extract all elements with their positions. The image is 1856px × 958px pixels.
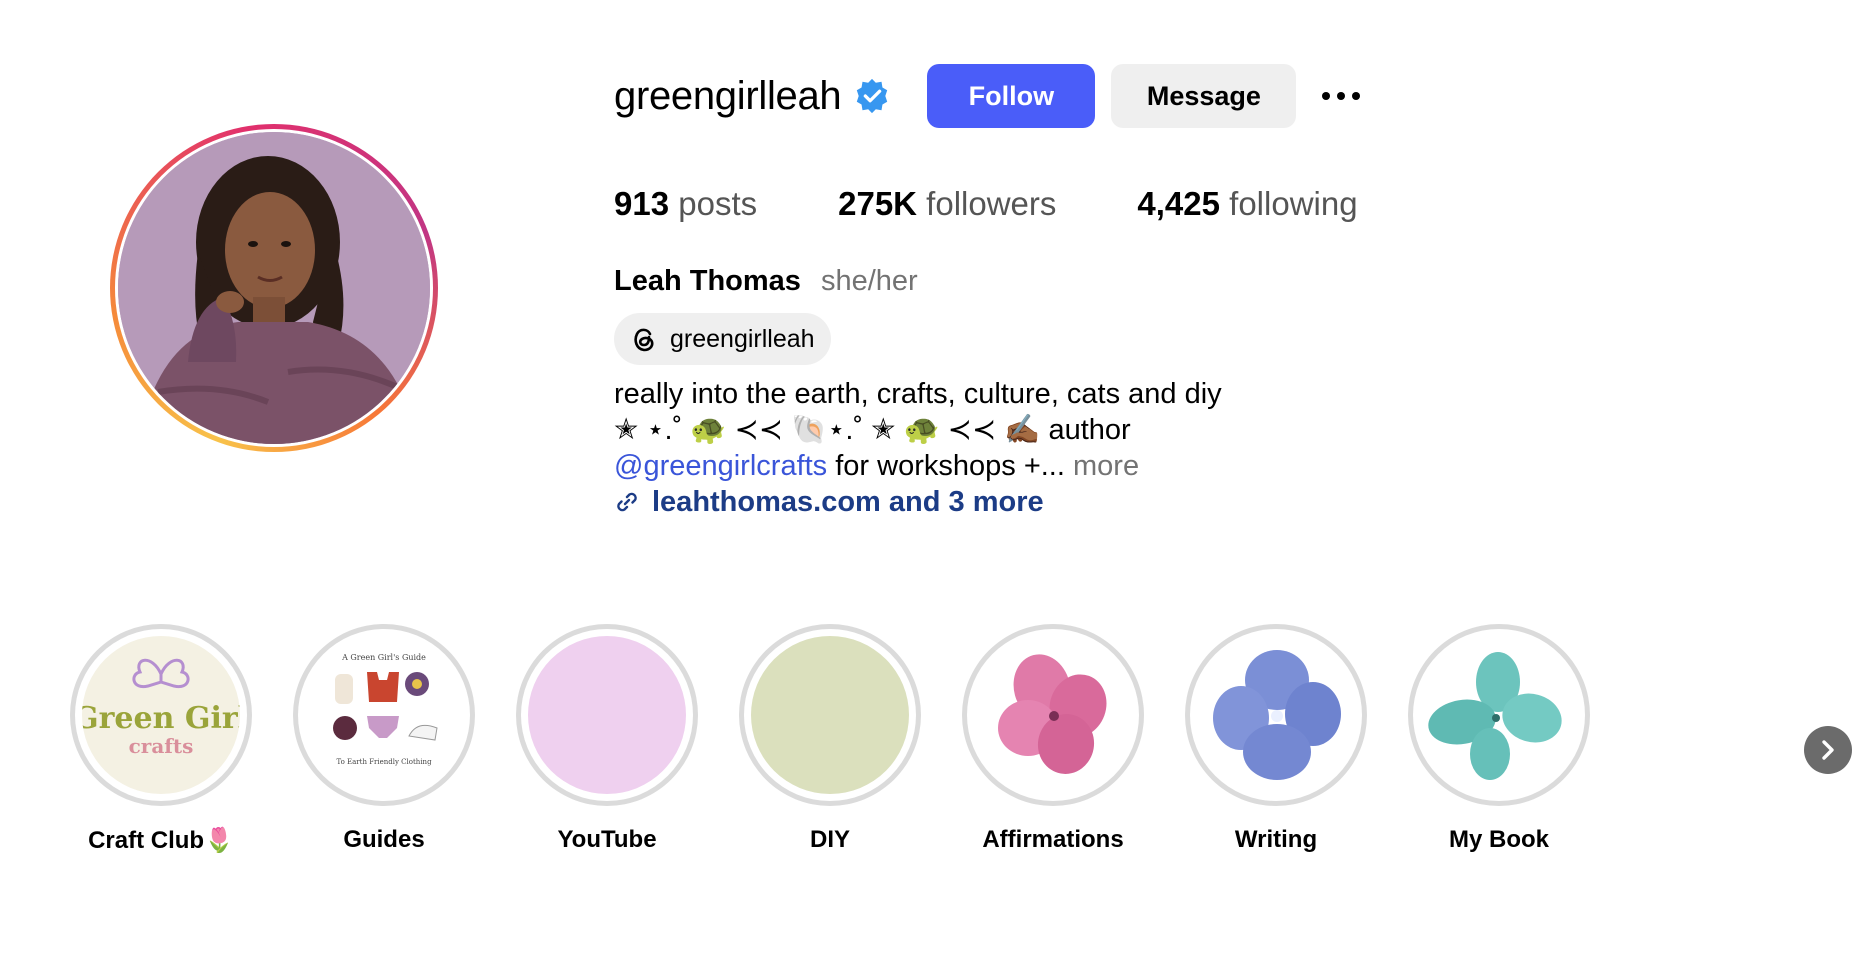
highlight-guides[interactable]: A Green Girl's Guide To Earth Friendly C… [293,624,475,853]
followers-label: followers [926,185,1057,222]
highlight-ring [962,624,1144,806]
more-dot [1352,92,1361,100]
highlight-label: My Book [1448,826,1549,853]
following-label: following [1229,185,1358,222]
highlight-my-book[interactable]: My Book [1408,624,1590,853]
bio-line-2: ✭ ⋆.˚ 🐢 ≺≺ 🐚⋆.˚ ✭ 🐢 ≺≺ ✍🏾 author [614,414,1131,446]
threads-handle: greengirlleah [670,324,815,353]
username[interactable]: greengirlleah [614,74,842,119]
butterfly-logo-icon: Green Girl crafts [82,658,240,758]
bio-more-link[interactable]: more [1065,450,1139,482]
more-dot [1322,92,1331,100]
pronouns: she/her [820,265,918,297]
follow-button[interactable]: Follow [927,64,1096,128]
highlight-ring: Green Girl crafts [70,624,252,806]
verified-badge-icon [857,78,888,114]
highlight-ring [1185,624,1367,806]
bio-line-3-text: for workshops +... [827,450,1065,482]
full-name: Leah Thomas [614,265,801,297]
bio: really into the earth, crafts, culture, … [614,376,1222,520]
highlight-ring: A Green Girl's Guide To Earth Friendly C… [293,624,475,806]
threads-link[interactable]: greengirlleah [614,313,831,365]
profile-stats: 913 posts 275K followers 4,425 following [614,185,1358,223]
following-stat[interactable]: 4,425 following [1137,185,1357,223]
highlight-diy[interactable]: DIY [739,624,921,853]
highlight-cover: A Green Girl's Guide To Earth Friendly C… [305,636,463,794]
message-button[interactable]: Message [1111,64,1297,128]
more-options-icon[interactable] [1322,76,1361,116]
followers-stat[interactable]: 275K followers [838,185,1056,223]
highlight-youtube[interactable]: YouTube [516,624,698,853]
external-links[interactable]: leahthomas.com and 3 more [614,484,1222,520]
profile-avatar[interactable] [110,124,438,452]
highlight-cover [528,636,686,794]
highlight-writing[interactable]: Writing [1185,624,1367,853]
name-row: Leah Thomas she/her [614,265,918,298]
followers-count: 275K [838,185,917,222]
avatar-photo [118,132,430,444]
highlight-cover [751,636,909,794]
highlight-craft-club[interactable]: Green Girl crafts Craft Club🌷 [70,624,252,854]
posts-stat: 913 posts [614,185,757,223]
threads-icon [634,328,654,352]
highlight-affirmations[interactable]: Affirmations [962,624,1144,853]
pink-flower-icon [998,654,1107,774]
bio-line-3: @greengirlcrafts for workshops +... more [614,448,1222,484]
posts-label: posts [678,185,758,222]
highlight-cover: Green Girl crafts [82,636,240,794]
avatar-photo-illustration [118,132,430,444]
guide-cover-subtitle: To Earth Friendly Clothing [336,758,432,766]
guide-cover-title: A Green Girl's Guide [341,653,426,662]
highlight-cover [1420,636,1578,794]
chevron-right-icon [1822,740,1834,760]
teal-flower-icon [1428,652,1562,780]
bio-line-1: really into the earth, crafts, culture, … [614,378,1222,410]
mention-link[interactable]: @greengirlcrafts [614,450,827,482]
link-text: leahthomas.com and 3 more [652,486,1044,518]
blue-flower-icon [1213,650,1341,780]
highlights-next-button[interactable] [1804,726,1852,774]
highlight-ring [1408,624,1590,806]
highlight-cover [974,636,1132,794]
posts-count: 913 [614,185,670,222]
guide-cover-illustration: A Green Girl's Guide To Earth Friendly C… [333,653,438,766]
highlight-cover [1197,636,1355,794]
more-dot [1337,92,1346,100]
following-count: 4,425 [1137,185,1220,222]
highlight-ring [516,624,698,806]
highlight-cover-subtitle: crafts [129,734,194,758]
link-icon [617,492,637,512]
profile-header: greengirlleah Follow Message [614,62,1361,130]
highlight-cover-title: Green Girl [82,701,240,736]
highlight-ring [739,624,921,806]
